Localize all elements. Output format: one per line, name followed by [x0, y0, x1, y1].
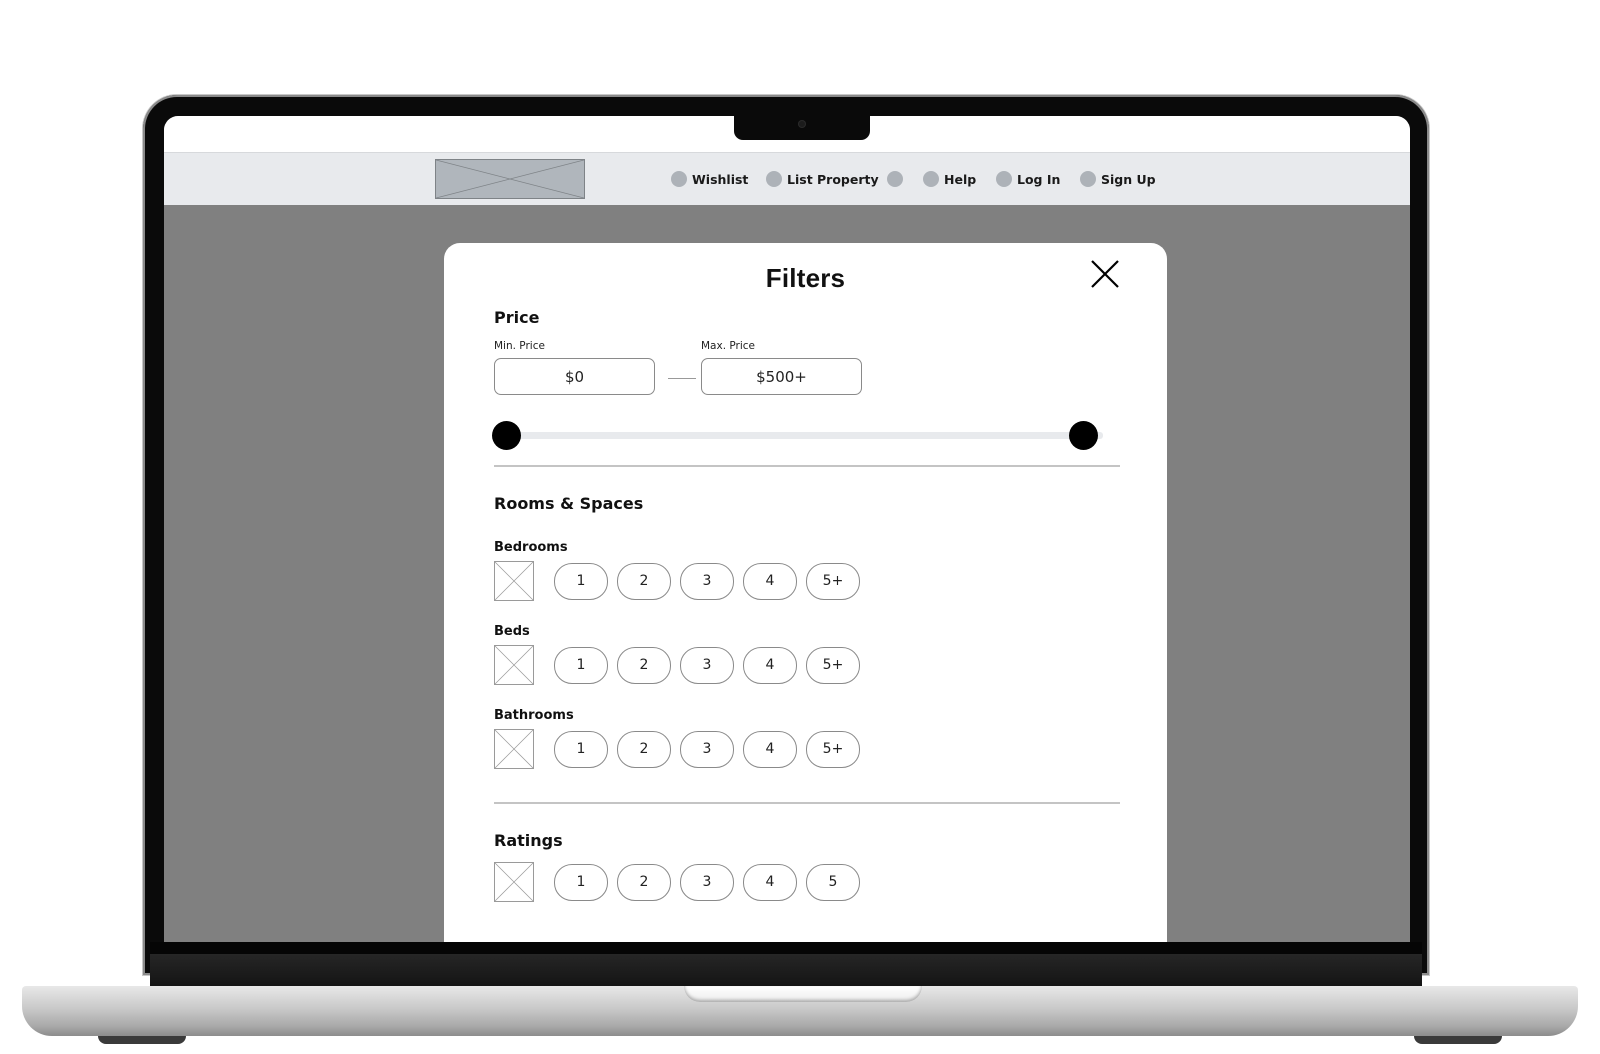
- nav-list-property[interactable]: List Property: [766, 169, 879, 189]
- option-chip[interactable]: 1: [554, 730, 608, 768]
- option-chip[interactable]: 3: [680, 646, 734, 684]
- min-price-label: Min. Price: [494, 340, 545, 352]
- circle-icon: [996, 171, 1012, 187]
- rating-chip[interactable]: 1: [554, 863, 608, 901]
- price-slider-track[interactable]: [506, 432, 1103, 439]
- logo-placeholder[interactable]: [435, 159, 585, 199]
- min-price-input[interactable]: [494, 358, 655, 395]
- nav-label: Log In: [1017, 171, 1061, 187]
- rating-chip[interactable]: 2: [617, 863, 671, 901]
- section-divider: [494, 465, 1120, 467]
- price-slider-min-thumb[interactable]: [492, 421, 521, 450]
- room-group-options: 1 2 3 4 5+: [494, 645, 869, 685]
- option-chip[interactable]: 2: [617, 730, 671, 768]
- image-placeholder-icon: [494, 729, 534, 769]
- nav-label: Sign Up: [1101, 171, 1156, 187]
- image-placeholder-icon: [436, 160, 584, 198]
- nav-sign-up[interactable]: Sign Up: [1080, 169, 1156, 189]
- room-group-label: Bedrooms: [494, 540, 568, 555]
- option-chip[interactable]: 5+: [806, 562, 860, 600]
- price-section-title: Price: [494, 308, 540, 327]
- nav-help[interactable]: Help: [923, 169, 976, 189]
- ratings-options: 12345: [494, 862, 869, 902]
- image-placeholder-icon: [494, 561, 534, 601]
- option-chip[interactable]: 4: [743, 562, 797, 600]
- circle-icon: [1080, 171, 1096, 187]
- laptop-opening-notch: [684, 986, 922, 1002]
- camera-icon: [798, 120, 806, 128]
- option-chip[interactable]: 3: [680, 730, 734, 768]
- nav-wishlist[interactable]: Wishlist: [671, 169, 748, 189]
- nav-label: Help: [944, 171, 977, 187]
- rating-chip[interactable]: 5: [806, 863, 860, 901]
- room-group-label: Bathrooms: [494, 708, 574, 723]
- option-chip[interactable]: 2: [617, 646, 671, 684]
- close-icon: [1091, 260, 1119, 288]
- option-chip[interactable]: 1: [554, 646, 608, 684]
- max-price-input[interactable]: [701, 358, 862, 395]
- option-chip[interactable]: 2: [617, 562, 671, 600]
- rooms-section-title: Rooms & Spaces: [494, 494, 644, 513]
- circle-icon: [887, 171, 903, 187]
- image-placeholder-icon: [494, 862, 534, 902]
- ratings-section-title: Ratings: [494, 831, 563, 850]
- screen: Wishlist List Property Help Log In Sign …: [164, 116, 1410, 942]
- option-chip[interactable]: 4: [743, 646, 797, 684]
- laptop-foot: [1414, 1036, 1502, 1044]
- range-dash: [668, 378, 696, 379]
- laptop-foot: [98, 1036, 186, 1044]
- circle-icon: [766, 171, 782, 187]
- nav-log-in[interactable]: Log In: [996, 169, 1060, 189]
- nav-label: List Property: [787, 171, 879, 187]
- close-button[interactable]: [1089, 258, 1121, 290]
- option-chip[interactable]: 1: [554, 562, 608, 600]
- circle-icon: [671, 171, 687, 187]
- image-placeholder-icon: [494, 645, 534, 685]
- option-chip[interactable]: 3: [680, 562, 734, 600]
- room-group-options: 1 2 3 4 5+: [494, 561, 869, 601]
- laptop-bezel: [150, 942, 1422, 987]
- option-chip[interactable]: 4: [743, 730, 797, 768]
- room-group-label: Beds: [494, 624, 530, 639]
- room-group-options: 1 2 3 4 5+: [494, 729, 869, 769]
- nav-label: Wishlist: [692, 171, 749, 187]
- max-price-label: Max. Price: [701, 340, 755, 352]
- price-slider-max-thumb[interactable]: [1069, 421, 1098, 450]
- option-chip[interactable]: 5+: [806, 730, 860, 768]
- rating-chip[interactable]: 4: [743, 863, 797, 901]
- modal-title: Filters: [765, 263, 846, 293]
- filters-modal: Filters Price Min. Price Max. Price Room…: [444, 243, 1167, 942]
- rating-chip[interactable]: 3: [680, 863, 734, 901]
- section-divider: [494, 802, 1120, 804]
- option-chip[interactable]: 5+: [806, 646, 860, 684]
- laptop-notch: [734, 116, 870, 140]
- navbar: Wishlist List Property Help Log In Sign …: [164, 152, 1410, 205]
- nav-icon-only[interactable]: [887, 169, 908, 189]
- circle-icon: [923, 171, 939, 187]
